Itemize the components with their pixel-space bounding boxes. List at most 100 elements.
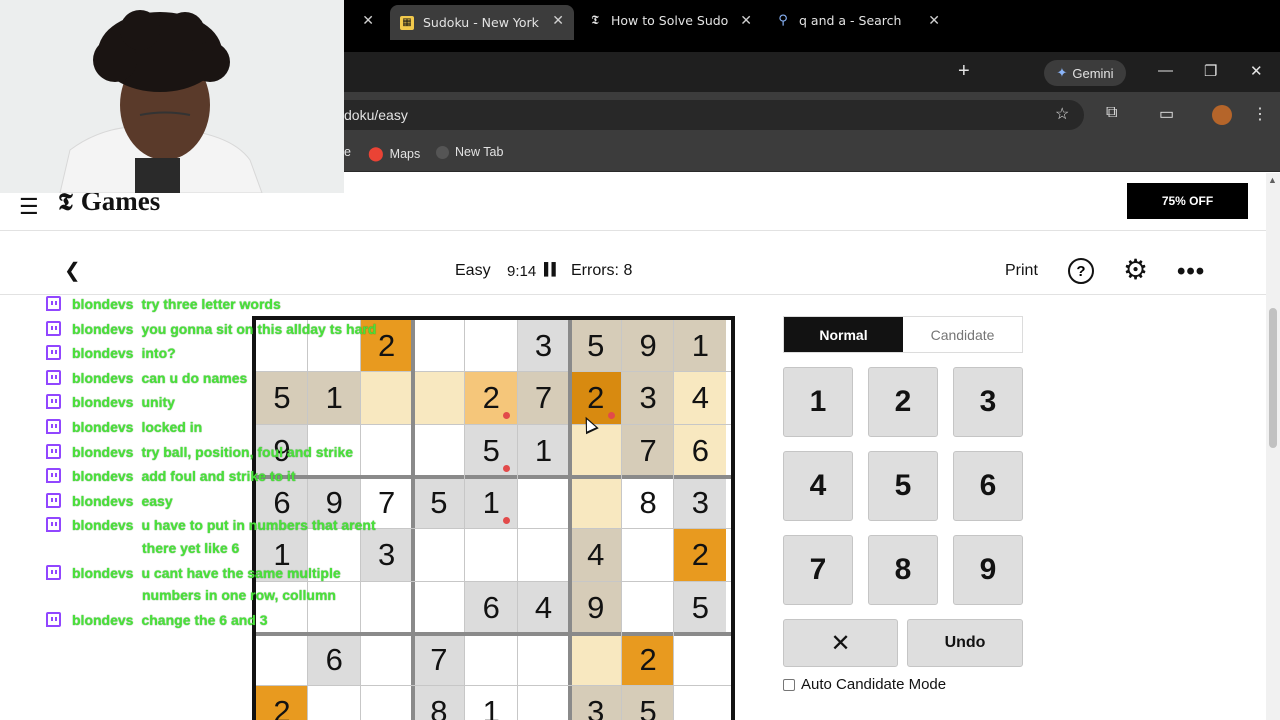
close-window-icon[interactable]: ✕ bbox=[1250, 62, 1263, 80]
sudoku-cell[interactable]: 1 bbox=[465, 686, 518, 720]
address-bar[interactable]: doku/easy bbox=[330, 100, 1084, 130]
sudoku-cell[interactable]: 9 bbox=[622, 320, 675, 372]
tab-sudoku[interactable]: ▦ Sudoku - New York Times ✕ bbox=[390, 5, 574, 40]
sudoku-cell[interactable]: 1 bbox=[517, 424, 570, 477]
tab-search[interactable]: ⚲ q and a - Search ✕ bbox=[766, 5, 950, 36]
sudoku-cell[interactable]: 7 bbox=[412, 633, 465, 686]
more-options-icon[interactable]: ••• bbox=[1177, 258, 1205, 286]
sudoku-cell[interactable]: 2 bbox=[465, 372, 518, 425]
number-key[interactable]: 4 bbox=[783, 451, 853, 521]
sudoku-cell[interactable]: 5 bbox=[569, 320, 622, 372]
sudoku-cell[interactable]: 1 bbox=[465, 476, 518, 529]
number-key[interactable]: 5 bbox=[868, 451, 938, 521]
sudoku-cell[interactable]: 2 bbox=[569, 372, 622, 425]
number-key[interactable]: 2 bbox=[868, 367, 938, 437]
settings-gear-icon[interactable]: ⚙ bbox=[1123, 255, 1148, 285]
number-key[interactable]: 3 bbox=[953, 367, 1023, 437]
gemini-button[interactable]: ✦ Gemini bbox=[1044, 60, 1126, 86]
sudoku-cell[interactable]: 2 bbox=[622, 633, 675, 686]
sudoku-cell[interactable] bbox=[517, 633, 570, 686]
close-tab-icon[interactable]: ✕ bbox=[362, 13, 374, 29]
sudoku-cell[interactable]: 7 bbox=[622, 424, 675, 477]
candidate-mode-tab[interactable]: Candidate bbox=[903, 317, 1022, 352]
cast-icon[interactable]: ▭ bbox=[1159, 104, 1174, 124]
sudoku-cell[interactable]: 3 bbox=[517, 320, 570, 372]
sudoku-cell[interactable]: 1 bbox=[674, 320, 727, 372]
scrollbar-thumb[interactable] bbox=[1269, 308, 1277, 448]
restore-icon[interactable]: ❐ bbox=[1204, 62, 1217, 80]
sudoku-cell[interactable]: 3 bbox=[622, 372, 675, 425]
sudoku-cell[interactable]: 4 bbox=[517, 581, 570, 634]
number-key[interactable]: 1 bbox=[783, 367, 853, 437]
profile-avatar[interactable] bbox=[1212, 105, 1232, 125]
sudoku-cell[interactable]: 6 bbox=[308, 633, 361, 686]
browser-menu-icon[interactable]: ⋮ bbox=[1252, 104, 1268, 124]
sudoku-cell[interactable]: 4 bbox=[674, 372, 727, 425]
sudoku-cell[interactable] bbox=[569, 633, 622, 686]
sudoku-cell[interactable]: 6 bbox=[465, 581, 518, 634]
sudoku-cell[interactable] bbox=[517, 529, 570, 582]
number-key[interactable]: 9 bbox=[953, 535, 1023, 605]
sudoku-cell[interactable]: 3 bbox=[569, 686, 622, 720]
sudoku-cell[interactable] bbox=[465, 633, 518, 686]
bookmark-maps[interactable]: ⬤ Maps bbox=[368, 145, 420, 162]
extensions-icon[interactable]: ⧉ bbox=[1106, 104, 1117, 122]
sudoku-cell[interactable]: 4 bbox=[569, 529, 622, 582]
number-key[interactable]: 7 bbox=[783, 535, 853, 605]
sudoku-cell[interactable]: 8 bbox=[622, 476, 675, 529]
tab-how-to-solve[interactable]: 𝕿 How to Solve Sudoku ✕ bbox=[578, 5, 762, 36]
sudoku-cell[interactable] bbox=[517, 476, 570, 529]
sudoku-cell[interactable] bbox=[465, 320, 518, 372]
bookmark-star-icon[interactable]: ☆ bbox=[1055, 104, 1069, 124]
sudoku-cell[interactable] bbox=[360, 686, 413, 720]
sudoku-cell[interactable]: 2 bbox=[256, 686, 308, 720]
sudoku-cell[interactable]: 2 bbox=[674, 529, 727, 582]
close-tab-icon[interactable]: ✕ bbox=[552, 13, 564, 29]
sudoku-cell[interactable] bbox=[412, 529, 465, 582]
back-chevron-icon[interactable]: ❮ bbox=[64, 258, 81, 283]
normal-mode-tab[interactable]: Normal bbox=[784, 317, 903, 352]
bookmark-item[interactable]: e bbox=[344, 145, 351, 159]
sudoku-cell[interactable]: 5 bbox=[465, 424, 518, 477]
sudoku-cell[interactable] bbox=[412, 320, 465, 372]
sudoku-cell[interactable] bbox=[517, 686, 570, 720]
sudoku-cell[interactable]: 6 bbox=[674, 424, 727, 477]
sudoku-cell[interactable] bbox=[412, 372, 465, 425]
close-tab-icon[interactable]: ✕ bbox=[928, 13, 940, 29]
erase-button[interactable]: ✕ bbox=[783, 619, 898, 667]
sudoku-cell[interactable] bbox=[622, 529, 675, 582]
sudoku-cell[interactable]: 5 bbox=[412, 476, 465, 529]
subscribe-button[interactable]: 75% OFF bbox=[1127, 183, 1248, 219]
sudoku-cell[interactable]: 5 bbox=[674, 581, 727, 634]
sudoku-cell[interactable]: 7 bbox=[517, 372, 570, 425]
number-key[interactable]: 6 bbox=[953, 451, 1023, 521]
auto-candidate-toggle[interactable]: Auto Candidate Mode bbox=[783, 676, 946, 693]
sudoku-cell[interactable] bbox=[674, 686, 727, 720]
pause-icon[interactable]: ▌▌ bbox=[544, 262, 560, 276]
sudoku-cell[interactable] bbox=[412, 424, 465, 477]
number-key[interactable]: 8 bbox=[868, 535, 938, 605]
tab-partial[interactable]: ✕ bbox=[344, 5, 384, 36]
sudoku-cell[interactable] bbox=[465, 529, 518, 582]
new-tab-icon[interactable]: + bbox=[958, 60, 970, 83]
undo-button[interactable]: Undo bbox=[907, 619, 1023, 667]
sudoku-cell[interactable] bbox=[674, 633, 727, 686]
sudoku-cell[interactable]: 5 bbox=[622, 686, 675, 720]
close-tab-icon[interactable]: ✕ bbox=[740, 13, 752, 29]
sudoku-cell[interactable] bbox=[622, 581, 675, 634]
scroll-up-arrow-icon[interactable]: ▲ bbox=[1268, 175, 1277, 185]
help-icon[interactable]: ? bbox=[1068, 258, 1094, 284]
bookmark-new-tab[interactable]: New Tab bbox=[436, 145, 503, 159]
hamburger-menu-icon[interactable]: ☰ bbox=[19, 194, 39, 220]
minimize-icon[interactable]: — bbox=[1158, 62, 1173, 79]
sudoku-cell[interactable]: 8 bbox=[412, 686, 465, 720]
sudoku-cell[interactable]: 9 bbox=[569, 581, 622, 634]
sudoku-cell[interactable] bbox=[308, 686, 361, 720]
sudoku-cell[interactable] bbox=[256, 633, 308, 686]
sudoku-cell[interactable] bbox=[360, 633, 413, 686]
auto-candidate-checkbox[interactable] bbox=[783, 678, 795, 691]
sudoku-cell[interactable] bbox=[569, 476, 622, 529]
sudoku-cell[interactable] bbox=[412, 581, 465, 634]
sudoku-cell[interactable]: 3 bbox=[674, 476, 727, 529]
sudoku-cell[interactable] bbox=[569, 424, 622, 477]
